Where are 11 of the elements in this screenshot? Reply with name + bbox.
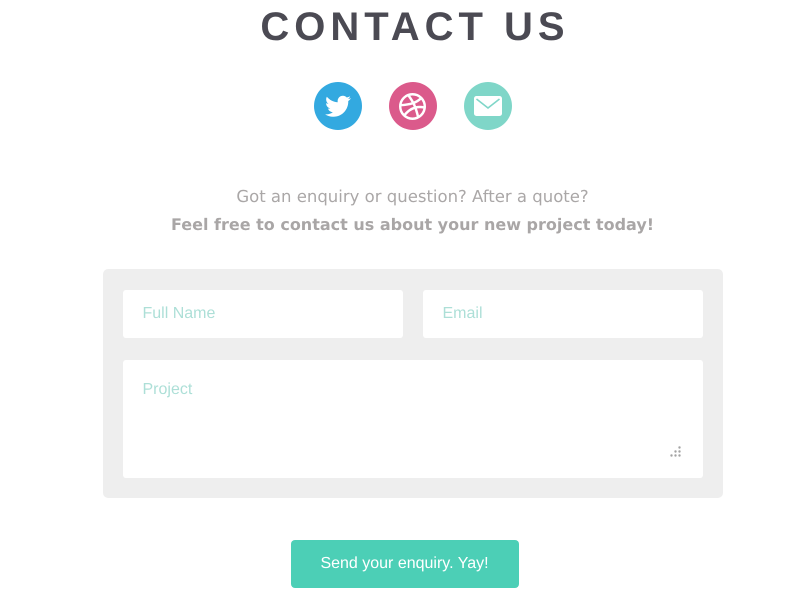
email-field[interactable]: Email (422, 290, 702, 338)
message-field[interactable]: Project (122, 360, 702, 478)
send-button[interactable]: Send your enquiry. Yay! (290, 540, 518, 588)
mail-icon[interactable] (464, 82, 512, 130)
resize-grip-icon[interactable] (670, 446, 680, 457)
bird-icon[interactable] (314, 82, 362, 130)
intro-question: Got an enquiry or question? After a quote? (235, 186, 590, 208)
name-field[interactable]: Full Name (122, 290, 402, 338)
intro-call-to-action: Feel free to contact us about your new project today! (170, 214, 654, 236)
basketball-icon[interactable] (388, 82, 436, 130)
page-title: CONTACT US (259, 4, 570, 51)
